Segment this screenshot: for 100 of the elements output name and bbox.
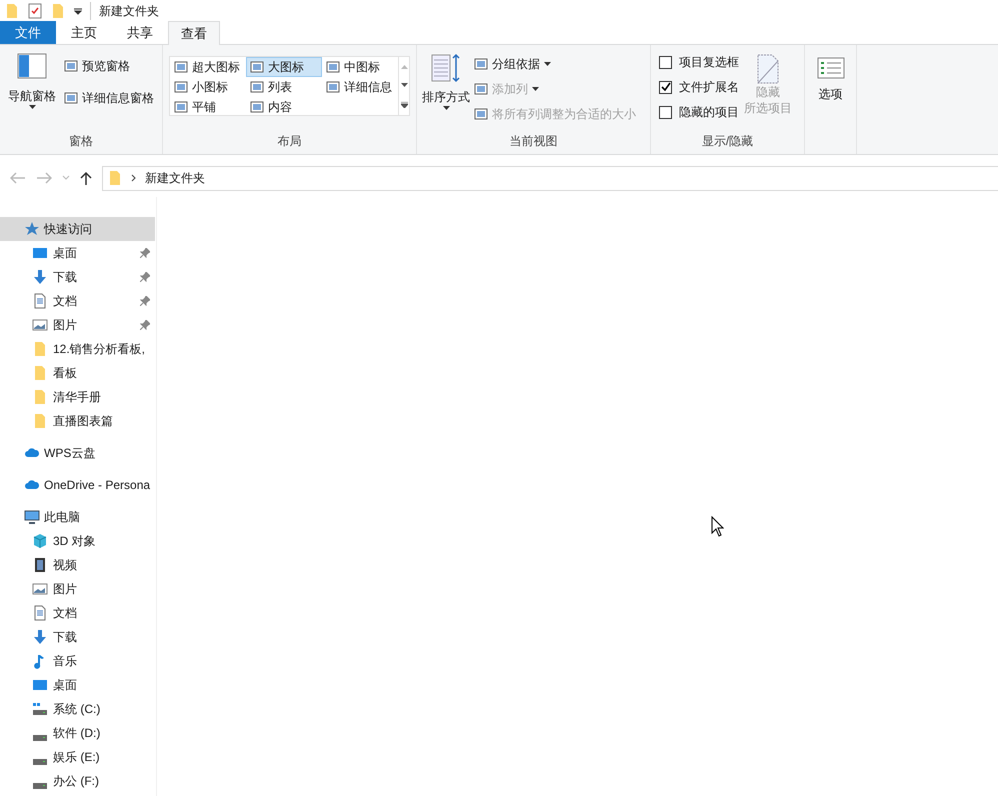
- nav-item[interactable]: 视频: [0, 553, 155, 577]
- checkbox-label: 文件扩展名: [679, 79, 739, 96]
- nav-item[interactable]: OneDrive - Persona: [0, 473, 155, 497]
- view-icon: [326, 60, 340, 74]
- drive-icon: [33, 783, 47, 789]
- layout-option[interactable]: 内容: [246, 97, 322, 117]
- view-command[interactable]: 分组依据: [474, 53, 636, 74]
- checkmark-document-icon[interactable]: [28, 3, 42, 19]
- picture-icon: [32, 317, 48, 333]
- nav-item[interactable]: 直播图表篇: [0, 409, 155, 433]
- ribbon-tab[interactable]: 主页: [56, 21, 112, 44]
- down-arrow-icon: [32, 269, 48, 285]
- folder-icon: [32, 413, 48, 429]
- nav-item[interactable]: 文档: [0, 289, 155, 313]
- nav-item[interactable]: 办公 (F:): [0, 769, 155, 793]
- caret-icon: [442, 106, 450, 110]
- column-icon: [474, 82, 488, 96]
- layout-option[interactable]: 大图标: [246, 57, 322, 77]
- nav-item[interactable]: 看板: [0, 361, 155, 385]
- sort-by-button[interactable]: 排序方式: [422, 53, 470, 132]
- down-arrow-icon[interactable]: [400, 83, 408, 88]
- chevron-right-icon[interactable]: [131, 174, 137, 182]
- nav-pane-button[interactable]: 导航窗格: [4, 53, 60, 109]
- layout-option[interactable]: 小图标: [170, 77, 246, 97]
- nav-item[interactable]: 快速访问: [0, 217, 155, 241]
- folder-icon: [32, 365, 48, 381]
- nav-item[interactable]: 桌面: [0, 673, 155, 697]
- nav-item[interactable]: 清华手册: [0, 385, 155, 409]
- nav-item[interactable]: 此电脑: [0, 505, 155, 529]
- nav-item[interactable]: 下载: [0, 265, 155, 289]
- breadcrumb[interactable]: 新建文件夹: [145, 169, 205, 187]
- details-pane-button[interactable]: 详细信息窗格: [64, 89, 154, 107]
- address-field[interactable]: 新建文件夹: [102, 166, 998, 190]
- expand-icon[interactable]: [400, 102, 408, 108]
- layout-option[interactable]: 列表: [246, 77, 322, 97]
- view-icon: [250, 80, 264, 94]
- folder-icon: [32, 341, 48, 357]
- group-label: 布局: [276, 133, 302, 150]
- column-icon: [474, 106, 488, 120]
- computer-icon: [24, 509, 40, 525]
- nav-item[interactable]: 文档: [0, 601, 155, 625]
- page-icon: [757, 54, 779, 84]
- options-button[interactable]: 选项: [805, 45, 856, 103]
- group-label: 当前视图: [508, 133, 558, 150]
- layout-option[interactable]: 超大图标: [170, 57, 246, 77]
- document-icon: [32, 605, 48, 621]
- ribbon-tab[interactable]: 查看: [168, 21, 220, 45]
- nav-item[interactable]: WPS云盘: [0, 441, 155, 465]
- pin-icon: [140, 296, 150, 306]
- folder-icon: [32, 389, 48, 405]
- caret-icon: [28, 105, 36, 109]
- gallery-scrollbar[interactable]: [399, 56, 410, 116]
- nav-item[interactable]: 下载: [0, 625, 155, 649]
- down-arrow-icon: [32, 629, 48, 645]
- caret-icon: [544, 62, 551, 66]
- pane-icon: [64, 59, 78, 73]
- checklist-icon: [816, 57, 844, 79]
- nav-item[interactable]: 软件 (D:): [0, 721, 155, 745]
- ribbon-tab[interactable]: 文件: [0, 21, 56, 44]
- view-icon: [326, 80, 340, 94]
- folder-icon: [4, 3, 20, 19]
- nav-item[interactable]: 3D 对象: [0, 529, 155, 553]
- nav-item[interactable]: 12.销售分析看板,: [0, 337, 155, 361]
- folder-icon: [107, 170, 123, 186]
- monitor-icon: [32, 677, 48, 693]
- checkbox[interactable]: [659, 106, 672, 118]
- window-title: 新建文件夹: [90, 2, 159, 20]
- view-icon: [174, 60, 188, 74]
- checkbox[interactable]: [659, 56, 672, 68]
- layout-option[interactable]: 平铺: [170, 97, 246, 117]
- view-icon: [250, 60, 264, 74]
- drive-icon: [32, 701, 48, 717]
- sort-list-icon: [430, 53, 462, 83]
- star-icon: [24, 221, 40, 237]
- group-label: 显示/隐藏: [700, 133, 754, 150]
- caret-icon: [532, 86, 539, 90]
- dropdown-icon[interactable]: [74, 7, 82, 15]
- nav-item[interactable]: 图片: [0, 313, 155, 337]
- checkbox[interactable]: [659, 80, 672, 94]
- pin-icon: [140, 320, 150, 330]
- nav-item[interactable]: 图片: [0, 577, 155, 601]
- nav-item[interactable]: 系统 (C:): [0, 697, 155, 721]
- ribbon-tab[interactable]: 共享: [112, 21, 168, 44]
- folder-icon: [50, 3, 66, 19]
- layout-option[interactable]: 详细信息: [322, 77, 398, 97]
- drive-icon: [33, 759, 47, 765]
- nav-item[interactable]: 娱乐 (E:): [0, 745, 155, 769]
- nav-item[interactable]: 音乐: [0, 649, 155, 673]
- nav-item[interactable]: 桌面: [0, 241, 155, 265]
- layout-option[interactable]: 中图标: [322, 57, 398, 77]
- pane-icon: [64, 91, 78, 105]
- view-icon: [174, 80, 188, 94]
- pane-layout-icon: [17, 53, 47, 79]
- preview-pane-button[interactable]: 预览窗格: [64, 57, 154, 75]
- monitor-icon: [32, 245, 48, 261]
- checkbox-label: 项目复选框: [679, 54, 739, 71]
- checkbox-label: 隐藏的项目: [679, 104, 739, 121]
- picture-icon: [32, 581, 48, 597]
- up-arrow-icon[interactable]: [80, 171, 92, 185]
- mouse-pointer-icon: [711, 516, 724, 537]
